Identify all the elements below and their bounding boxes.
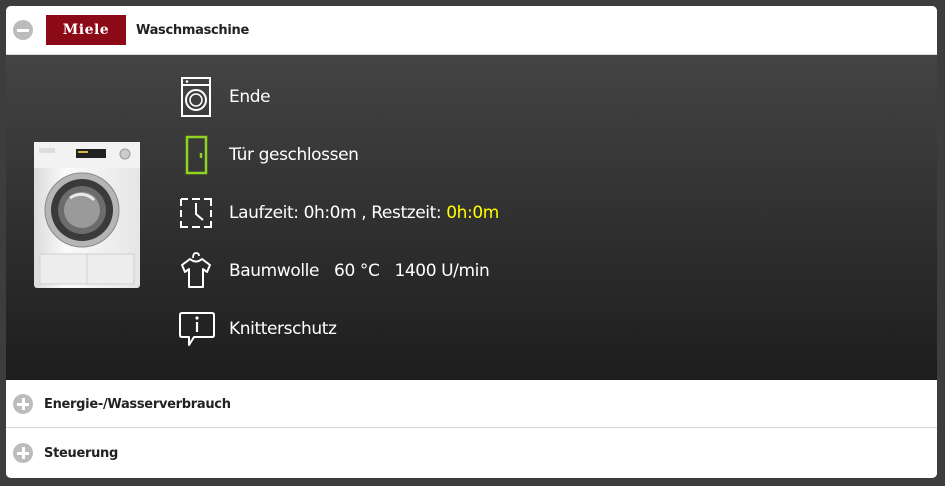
info-text: Knitterschutz: [229, 319, 337, 339]
door-status-text: Tür geschlossen: [229, 145, 359, 165]
restzeit-value: 0h:0m: [446, 203, 499, 223]
washer-header[interactable]: Miele Waschmaschine: [6, 6, 937, 55]
miele-logo: Miele: [46, 15, 126, 45]
section-control-label: Steuerung: [44, 445, 118, 461]
laufzeit-label: Laufzeit:: [229, 203, 304, 223]
clock-icon: [180, 198, 212, 228]
restzeit-label: Restzeit:: [371, 203, 447, 223]
program-text: Baumwolle 60 °C 1400 U/min: [229, 261, 490, 281]
section-control[interactable]: Steuerung: [6, 428, 937, 478]
program-row: Baumwolle 60 °C 1400 U/min: [172, 247, 490, 295]
info-row: Knitterschutz: [172, 305, 337, 353]
device-title: Waschmaschine: [136, 22, 249, 38]
washing-machine-image: [34, 142, 140, 288]
program-state-row: Ende: [172, 73, 271, 121]
washer-icon: [181, 77, 211, 117]
collapse-icon[interactable]: [13, 20, 33, 40]
status-panel: Ende Tür geschlossen Laufzeit: 0h:0m , R…: [6, 55, 937, 380]
info-icon: [179, 312, 215, 346]
laufzeit-value: 0h:0m: [303, 203, 357, 223]
door-status-row: Tür geschlossen: [172, 131, 359, 179]
washer-widget: Miele Waschmaschine Ende Tür geschlossen…: [6, 6, 937, 478]
time-row: Laufzeit: 0h:0m , Restzeit: 0h:0m: [172, 189, 499, 237]
expand-icon[interactable]: [13, 443, 33, 463]
shirt-icon: [181, 252, 211, 288]
door-icon: [185, 135, 208, 175]
expand-icon[interactable]: [13, 394, 33, 414]
program-state-text: Ende: [229, 87, 271, 107]
section-energy-label: Energie-/Wasserverbrauch: [44, 396, 231, 412]
section-energy[interactable]: Energie-/Wasserverbrauch: [6, 381, 937, 428]
time-separator: ,: [356, 203, 372, 223]
